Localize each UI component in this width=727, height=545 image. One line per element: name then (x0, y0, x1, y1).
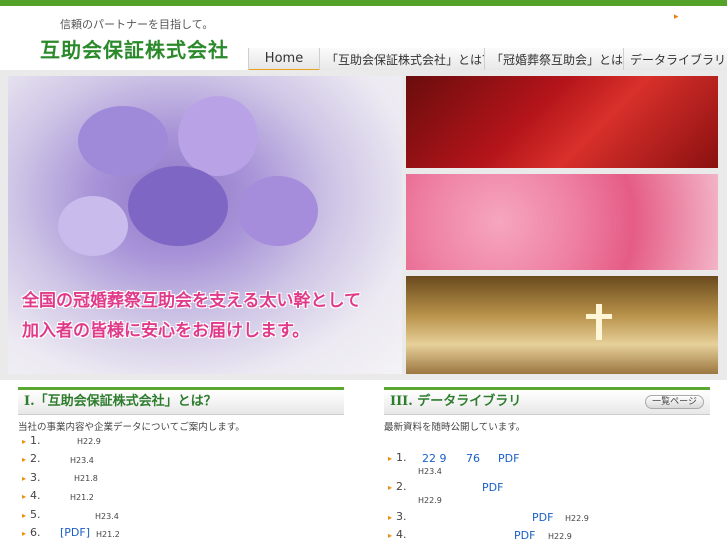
section-library-title: III. データライブラリ (390, 394, 522, 409)
hero-headline-line2: 加入者の皆様に安心をお届けします。 (22, 321, 310, 341)
tagline: 信頼のパートナーを目指して。 (60, 18, 214, 31)
pdf-link[interactable]: PDF (482, 481, 503, 494)
nav-home[interactable]: Home (248, 48, 319, 72)
arrow-right-icon: ▸ (388, 531, 393, 540)
flower-petal (58, 196, 128, 256)
section-library-heading: III. データライブラリ 一覧ページ (384, 387, 710, 415)
list-item[interactable]: ▸ 6. [PDF] H21.2 (22, 526, 120, 542)
arrow-right-icon: ▸ (22, 437, 27, 446)
arrow-right-icon: ▸ (388, 454, 393, 463)
arrow-right-icon: ▸ (22, 474, 27, 483)
list-item[interactable]: ▸ 5. H23.4 (22, 508, 119, 524)
flower-petal (128, 166, 228, 246)
hero-chapel-image (406, 276, 718, 374)
site-logo[interactable]: 互助会保証株式会社 (40, 34, 229, 63)
arrow-right-icon: ▸ (22, 511, 27, 520)
hero-bouquet-image: 全国の冠婚葬祭互助会を支える太い幹として 加入者の皆様に安心をお届けします。 (8, 76, 402, 374)
nav-about-company[interactable]: 「互助会保証株式会社」とは？ (319, 48, 494, 72)
arrow-right-icon: ▸ (22, 455, 27, 464)
arrow-right-icon: ▸ (22, 492, 27, 501)
arrow-right-icon: ▸ (388, 513, 393, 522)
arrow-right-icon: ▸ (22, 529, 27, 538)
doc-link[interactable]: 22 9 (422, 452, 447, 465)
flower-petal (78, 106, 168, 176)
cross-icon (596, 304, 602, 340)
list-item[interactable]: ▸ 1. H22.9 (22, 434, 101, 450)
arrow-right-icon: ▸ (388, 483, 393, 492)
list-item[interactable]: ▸ 2. PDF H22.9 (388, 480, 503, 508)
list-item[interactable]: ▸ 4. H21.2 (22, 489, 94, 505)
flower-petal (238, 176, 318, 246)
list-item[interactable]: ▸ 1. 22 9 76 PDF H23.4 (388, 451, 519, 479)
section-company-description: 当社の事業内容や企業データについてご案内します。 (18, 422, 245, 433)
pdf-link[interactable]: PDF (498, 452, 519, 465)
pdf-link[interactable]: PDF (514, 529, 535, 542)
arrow-right-icon[interactable]: ▸ (674, 12, 679, 22)
section-company-title: I.「互助会保証株式会社」とは？ (24, 394, 217, 409)
section-library-description: 最新資料を随時公開しています。 (384, 422, 526, 433)
hero-banner: 全国の冠婚葬祭互助会を支える太い幹として 加入者の皆様に安心をお届けします。 (0, 70, 727, 380)
section-company-heading: I.「互助会保証株式会社」とは？ (18, 387, 344, 415)
site-header: 信頼のパートナーを目指して。 互助会保証株式会社 ▸ Home 「互助会保証株式… (0, 6, 727, 72)
list-item[interactable]: ▸ 4. PDF H22.9 (388, 528, 572, 544)
list-page-button[interactable]: 一覧ページ (645, 395, 704, 409)
nav-data-library[interactable]: データライブラリ (623, 48, 727, 72)
pdf-link[interactable]: PDF (532, 511, 553, 524)
doc-link[interactable]: 76 (466, 452, 480, 465)
cross-icon-bar (586, 314, 612, 319)
pdf-link[interactable]: [PDF] (60, 526, 90, 539)
hero-roses-image (406, 174, 718, 270)
list-item[interactable]: ▸ 3. PDF H22.9 (388, 510, 589, 526)
hero-lacquer-image (406, 76, 718, 168)
list-item[interactable]: ▸ 2. H23.4 (22, 452, 94, 468)
flower-petal (178, 96, 258, 176)
hero-headline-line1: 全国の冠婚葬祭互助会を支える太い幹として (22, 291, 361, 311)
nav-about-gojokai[interactable]: 「冠婚葬祭互助会」とは？ (484, 48, 635, 72)
list-item[interactable]: ▸ 3. H21.8 (22, 471, 98, 487)
